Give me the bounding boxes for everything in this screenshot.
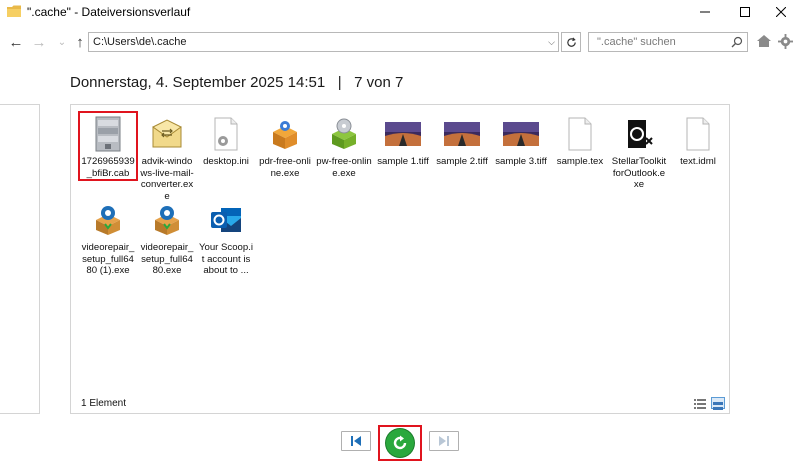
installer-box-icon — [265, 113, 305, 155]
blank-document-icon — [560, 113, 600, 155]
back-arrow-icon[interactable]: ← — [7, 32, 25, 52]
file-item[interactable]: pw-free-online.exe — [316, 113, 372, 179]
item-count-status: 1 Element — [81, 398, 127, 409]
maximize-button[interactable] — [726, 0, 764, 24]
cab-archive-icon — [88, 113, 128, 155]
file-item[interactable]: sample.tex — [552, 113, 608, 168]
file-list-pane: 1726965939_bfiBr.cab advik-windows-live-… — [70, 104, 730, 414]
file-name: 1726965939_bfiBr.cab — [81, 156, 135, 179]
file-name: videorepair_setup_full6480.exe — [140, 242, 194, 276]
file-name: desktop.ini — [203, 156, 249, 167]
file-name: StellarToolkitforOutlook.exe — [611, 156, 667, 190]
file-name: text.idml — [680, 156, 716, 167]
address-dropdown-chevron-icon[interactable]: ⌵ — [548, 33, 555, 51]
file-item[interactable]: pdr-free-online.exe — [257, 113, 313, 179]
gear-icon[interactable] — [778, 34, 793, 54]
navigation-bar: ← → ⌄ ↑ C:\Users\de\.cache ⌵ ".cache" su… — [0, 30, 800, 54]
file-name: pw-free-online.exe — [316, 156, 372, 179]
file-name: Your Scoop.it account is about to ... — [198, 242, 254, 276]
file-item[interactable]: videorepair_setup_full6480.exe — [139, 199, 195, 277]
restore-button[interactable] — [386, 429, 414, 457]
details-view-icon[interactable] — [693, 397, 707, 409]
installer-cd-icon — [324, 113, 364, 155]
file-item[interactable]: desktop.ini — [198, 113, 254, 168]
search-icon[interactable] — [731, 36, 743, 54]
video-repair-installer-icon — [88, 199, 128, 241]
search-placeholder: ".cache" suchen — [597, 36, 676, 48]
file-name: sample 2.tiff — [436, 156, 488, 167]
stellar-outlook-icon — [619, 113, 659, 155]
restore-button-highlight — [378, 425, 422, 461]
address-bar[interactable]: C:\Users\de\.cache ⌵ — [88, 32, 559, 52]
close-button[interactable] — [762, 0, 800, 24]
forward-arrow-icon[interactable]: → — [30, 32, 48, 52]
file-item[interactable]: 1726965939_bfiBr.cab — [78, 111, 138, 181]
image-thumbnail-icon — [383, 113, 423, 155]
search-input[interactable]: ".cache" suchen — [588, 32, 748, 52]
file-name: sample 1.tiff — [377, 156, 429, 167]
ini-settings-file-icon — [206, 113, 246, 155]
window-title: ".cache" - Dateiversionsverlauf — [27, 5, 191, 19]
video-repair-installer-icon — [147, 199, 187, 241]
file-name: videorepair_setup_full6480 (1).exe — [81, 242, 135, 276]
file-item[interactable]: advik-windows-live-mail-converter.exe — [139, 113, 195, 202]
backup-date: Donnerstag, 4. September 2025 14:51 — [70, 74, 326, 91]
file-item[interactable]: text.idml — [670, 113, 726, 168]
backup-date-header: Donnerstag, 4. September 2025 14:51 | 7 … — [70, 74, 403, 91]
refresh-icon[interactable] — [561, 32, 581, 52]
image-thumbnail-icon — [442, 113, 482, 155]
restore-arrow-icon — [393, 435, 407, 450]
file-name: sample.tex — [556, 156, 604, 167]
file-name: sample 3.tiff — [495, 156, 547, 167]
file-item[interactable]: sample 2.tiff — [434, 113, 490, 168]
address-path: C:\Users\de\.cache — [93, 36, 187, 48]
recent-locations-chevron-icon[interactable]: ⌄ — [53, 32, 71, 52]
file-name: pdr-free-online.exe — [259, 156, 311, 179]
file-item[interactable]: sample 1.tiff — [375, 113, 431, 168]
image-thumbnail-icon — [501, 113, 541, 155]
previous-version-button[interactable] — [341, 431, 371, 451]
previous-version-pane[interactable] — [0, 104, 40, 414]
playback-controls — [0, 425, 800, 465]
header-separator: | — [337, 74, 342, 91]
file-item[interactable]: sample 3.tiff — [493, 113, 549, 168]
version-counter: 7 von 7 — [354, 74, 404, 91]
home-icon[interactable] — [756, 34, 772, 53]
large-icons-view-icon[interactable] — [711, 397, 725, 410]
outlook-message-icon — [206, 199, 246, 241]
minimize-button[interactable] — [686, 0, 724, 24]
blank-document-icon — [678, 113, 718, 155]
file-item[interactable]: videorepair_setup_full6480 (1).exe — [80, 199, 136, 277]
next-version-button[interactable] — [429, 431, 459, 451]
folder-icon — [6, 4, 22, 18]
file-item[interactable]: Your Scoop.it account is about to ... — [198, 199, 254, 277]
file-name: advik-windows-live-mail-converter.exe — [140, 156, 194, 202]
envelope-exe-icon — [147, 113, 187, 155]
title-bar: ".cache" - Dateiversionsverlauf — [0, 0, 800, 24]
file-item[interactable]: StellarToolkitforOutlook.exe — [611, 113, 667, 191]
up-arrow-icon[interactable]: ↑ — [71, 32, 89, 52]
